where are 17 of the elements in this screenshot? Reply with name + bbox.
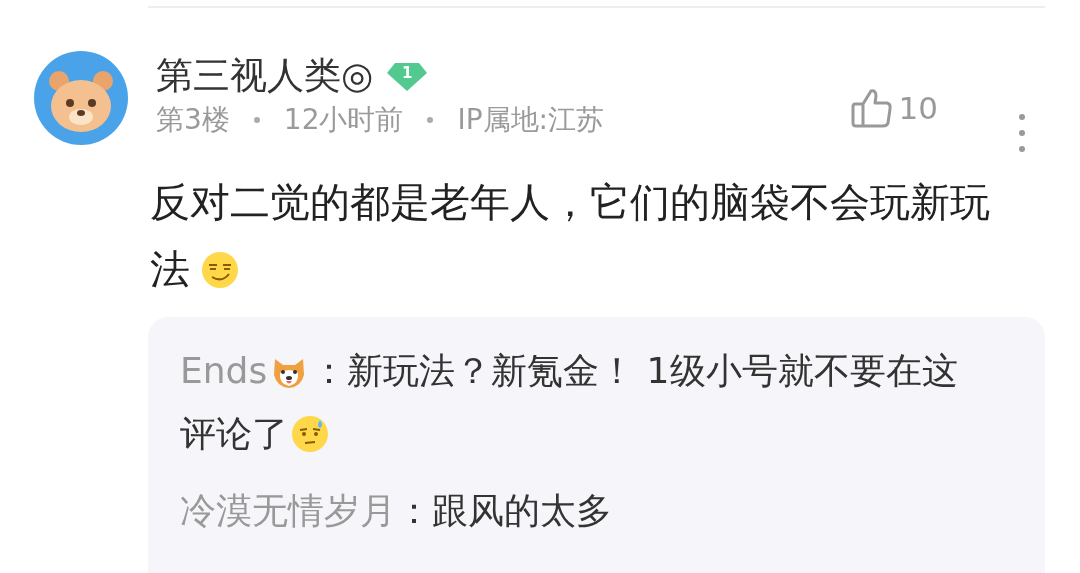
- avatar-bear-icon: [34, 51, 128, 145]
- more-options-icon[interactable]: [1018, 113, 1026, 153]
- reply-text: 评论了: [180, 412, 288, 456]
- floor-number: 第3楼: [156, 102, 230, 138]
- reply-text: ：新玩法？新氪金！ 1级小号就不要在这: [311, 349, 958, 393]
- separator-dot-icon: [427, 117, 434, 123]
- comment-text: 反对二觉的都是老年人，它们的脑袋不会玩新玩: [150, 178, 990, 227]
- reply-text: ：跟风的太多: [396, 489, 612, 533]
- reply-username[interactable]: Ends: [180, 339, 268, 402]
- post-time: 12小时前: [283, 102, 404, 138]
- like-button[interactable]: 10: [850, 87, 938, 129]
- username: 第三视人类◎: [156, 53, 374, 99]
- separator-dot-icon: [253, 117, 260, 123]
- reply-username[interactable]: 冷漠无情岁月: [180, 479, 396, 542]
- level-badge: 1: [387, 61, 428, 91]
- comment-text: 法: [150, 245, 190, 294]
- ip-location: IP属地:江苏: [457, 102, 605, 138]
